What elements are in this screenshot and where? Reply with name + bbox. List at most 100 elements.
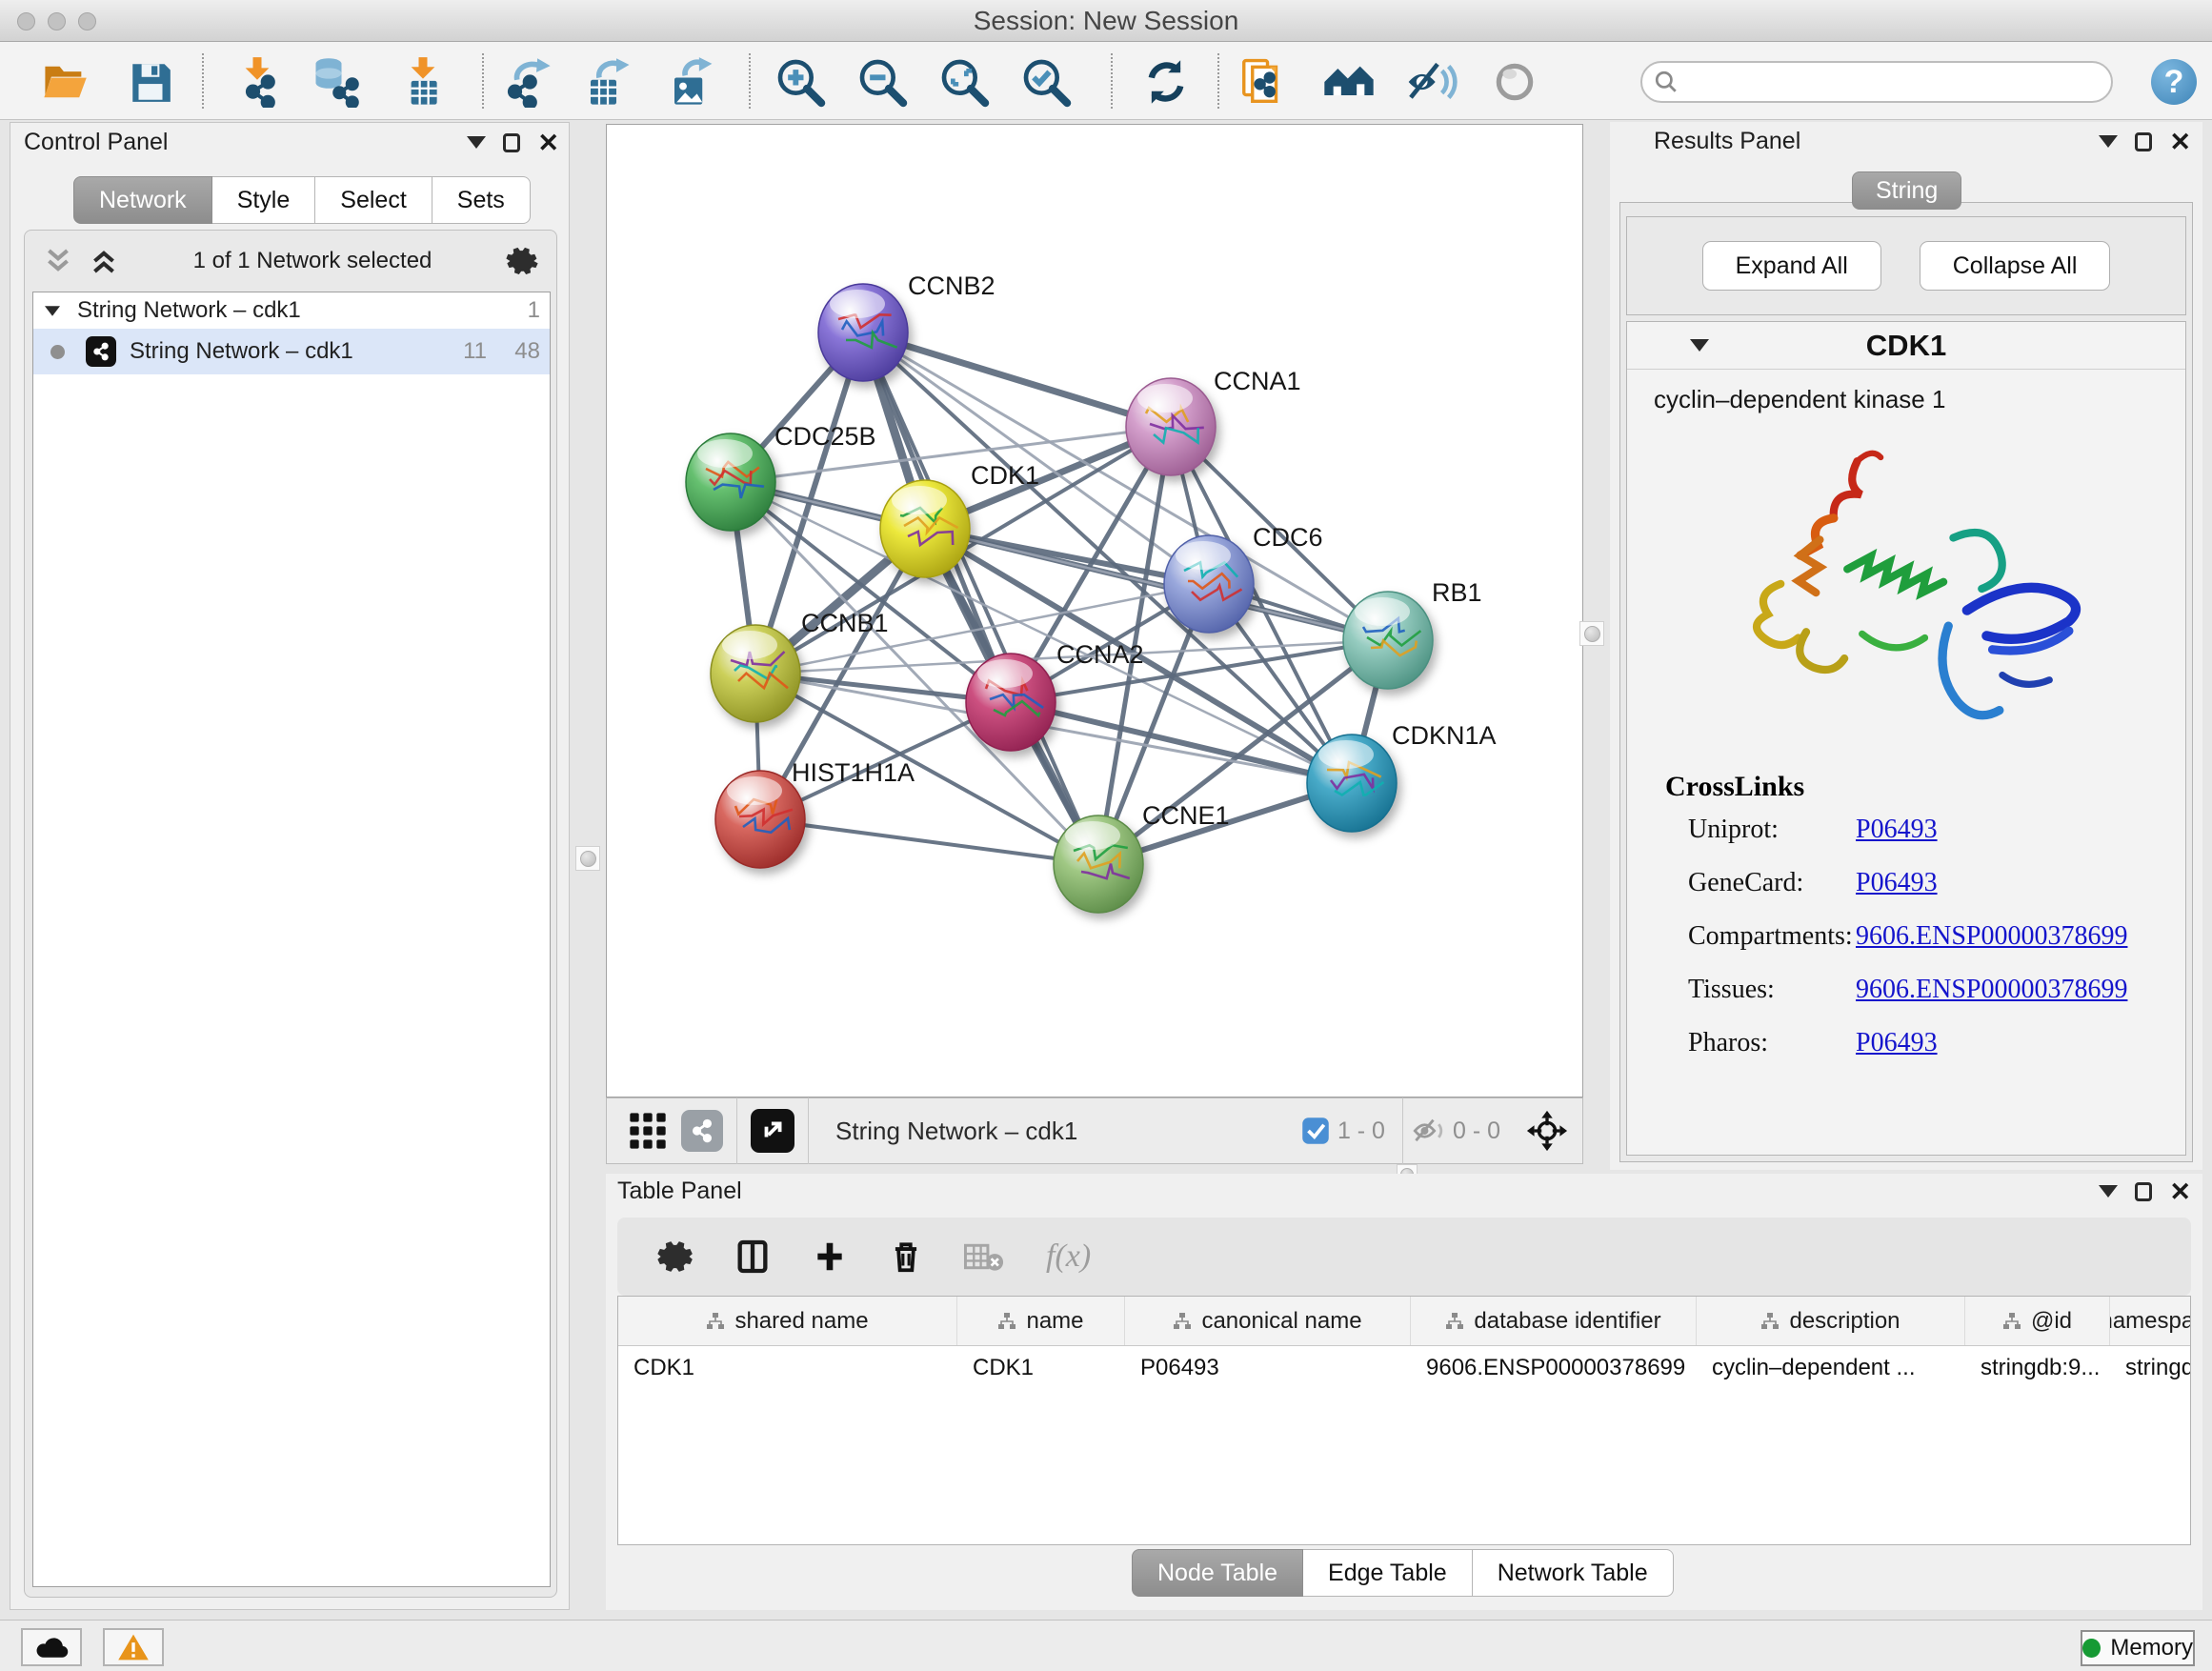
tab-network[interactable]: Network [73, 176, 212, 224]
tab-select[interactable]: Select [315, 176, 432, 224]
splitter-handle-right[interactable] [1579, 621, 1604, 646]
network-overview-icon[interactable] [681, 1110, 723, 1152]
expand-all-icon[interactable] [88, 247, 120, 275]
table-row[interactable]: CDK1CDK1P064939606.ENSP00000378699cyclin… [618, 1346, 2190, 1390]
help-button[interactable]: ? [2151, 59, 2197, 105]
splitter-handle-left[interactable] [575, 846, 600, 871]
hide-selected-button[interactable] [1402, 53, 1459, 111]
expand-all-button[interactable]: Expand All [1702, 241, 1881, 291]
entry-collapse-icon[interactable] [1690, 339, 1709, 352]
delete-column-trash-icon[interactable] [888, 1238, 924, 1275]
create-column-plus-icon[interactable] [812, 1238, 848, 1275]
search-box[interactable] [1640, 61, 2113, 103]
network-row-selected[interactable]: String Network – cdk1 11 48 [33, 329, 550, 374]
node-table[interactable]: shared namenamecanonical namedatabase id… [617, 1296, 2191, 1545]
crosslink-link[interactable]: P06493 [1856, 815, 1938, 845]
column-header-name[interactable]: name [957, 1297, 1125, 1345]
export-image-button[interactable] [663, 53, 720, 111]
zoom-in-button[interactable] [772, 53, 829, 111]
import-network-button[interactable] [229, 53, 286, 111]
crosslink-link[interactable]: 9606.ENSP00000378699 [1856, 921, 2127, 952]
crosslink-link[interactable]: P06493 [1856, 1028, 1938, 1058]
node-count: 11 [463, 338, 487, 365]
delete-table-icon[interactable] [964, 1239, 1006, 1274]
refresh-button[interactable] [1137, 53, 1195, 111]
float-panel-icon[interactable] [503, 133, 520, 152]
results-panel-title: Results Panel [1654, 128, 1800, 155]
network-view-canvas[interactable]: CCNB2CCNA1CDC25BCDK1CDC6RB1CCNB1CCNA2CDK… [606, 124, 1583, 1097]
cloud-status-button[interactable] [21, 1628, 82, 1666]
column-header-shared-name[interactable]: shared name [618, 1297, 957, 1345]
home-button[interactable] [1320, 53, 1377, 111]
panel-menu-icon[interactable] [2099, 135, 2118, 148]
highlight-button[interactable] [1486, 53, 1543, 111]
collection-expand-icon[interactable] [45, 306, 60, 315]
table-cell[interactable]: stringdb:9... [1965, 1355, 2110, 1381]
crosslink-link[interactable]: P06493 [1856, 868, 1938, 898]
tab-edge-table[interactable]: Edge Table [1303, 1549, 1473, 1597]
table-cell[interactable]: CDK1 [618, 1355, 957, 1381]
table-cell[interactable]: stringdb [2110, 1355, 2191, 1381]
function-builder-icon[interactable]: f(x) [1046, 1238, 1091, 1275]
open-session-button[interactable] [36, 53, 93, 111]
import-database-button[interactable] [309, 53, 366, 111]
pan-crosshair-icon[interactable] [1525, 1109, 1569, 1153]
network-edge[interactable] [863, 332, 1171, 427]
open-in-new-window-icon[interactable] [751, 1109, 794, 1153]
column-header--id[interactable]: @id [1965, 1297, 2110, 1345]
search-input[interactable] [1679, 68, 2088, 96]
column-header-namespace[interactable]: namespace [2110, 1297, 2191, 1345]
table-cell[interactable]: P06493 [1125, 1355, 1411, 1381]
network-node-ccna1[interactable]: CCNA1 [1126, 367, 1301, 475]
export-table-button[interactable] [579, 53, 636, 111]
share-document-button[interactable] [1235, 53, 1292, 111]
warning-status-button[interactable] [103, 1628, 164, 1666]
collapse-all-icon[interactable] [42, 247, 74, 275]
zoom-out-button[interactable] [854, 53, 911, 111]
network-node-hist1h1a[interactable]: HIST1H1A [715, 758, 915, 868]
zoom-selected-button[interactable] [1017, 53, 1075, 111]
network-edge[interactable] [760, 819, 1098, 864]
network-collection-row[interactable]: String Network – cdk1 1 [33, 292, 550, 329]
selected-checkbox-icon[interactable] [1301, 1117, 1330, 1145]
column-header-description[interactable]: description [1697, 1297, 1965, 1345]
edge-count: 48 [487, 338, 540, 365]
network-node-cdkn1a[interactable]: CDKN1A [1307, 721, 1497, 832]
collapse-all-button[interactable]: Collapse All [1920, 241, 2111, 291]
gear-icon[interactable] [505, 244, 539, 278]
column-header-database-identifier[interactable]: database identifier [1411, 1297, 1697, 1345]
float-panel-icon[interactable] [2135, 1182, 2152, 1201]
zoom-fit-icon [937, 55, 991, 109]
hidden-eye-slash-icon[interactable] [1413, 1117, 1445, 1145]
zoom-out-icon [855, 55, 909, 109]
panel-menu-icon[interactable] [2099, 1185, 2118, 1198]
crosslink-link[interactable]: 9606.ENSP00000378699 [1856, 975, 2127, 1005]
column-header-canonical-name[interactable]: canonical name [1125, 1297, 1411, 1345]
close-panel-icon[interactable]: ✕ [2169, 132, 2191, 151]
tab-network-table[interactable]: Network Table [1473, 1549, 1674, 1597]
table-cell[interactable]: CDK1 [957, 1355, 1125, 1381]
export-network-button[interactable] [499, 53, 556, 111]
zoom-fit-button[interactable] [935, 53, 993, 111]
status-bar: Memory [0, 1620, 2212, 1671]
memory-button[interactable]: Memory [2081, 1630, 2195, 1666]
show-columns-icon[interactable] [734, 1238, 772, 1276]
table-settings-gear-icon[interactable] [655, 1238, 694, 1276]
tab-sets[interactable]: Sets [432, 176, 531, 224]
float-panel-icon[interactable] [2135, 132, 2152, 151]
network-node-ccnb1[interactable]: CCNB1 [711, 609, 889, 722]
collection-label: String Network – cdk1 [77, 297, 301, 324]
tab-string[interactable]: String [1852, 171, 1961, 210]
tab-node-table[interactable]: Node Table [1132, 1549, 1303, 1597]
close-panel-icon[interactable]: ✕ [2169, 1182, 2191, 1201]
import-table-button[interactable] [394, 53, 452, 111]
panel-menu-icon[interactable] [467, 136, 486, 149]
network-node-rb1[interactable]: RB1 [1343, 578, 1482, 689]
save-session-button[interactable] [122, 53, 179, 111]
grid-view-icon[interactable] [628, 1111, 668, 1151]
table-cell[interactable]: 9606.ENSP00000378699 [1411, 1355, 1697, 1381]
tab-style[interactable]: Style [212, 176, 316, 224]
table-cell[interactable]: cyclin–dependent ... [1697, 1355, 1965, 1381]
node-label: CCNA1 [1214, 367, 1301, 395]
close-panel-icon[interactable]: ✕ [537, 133, 559, 152]
